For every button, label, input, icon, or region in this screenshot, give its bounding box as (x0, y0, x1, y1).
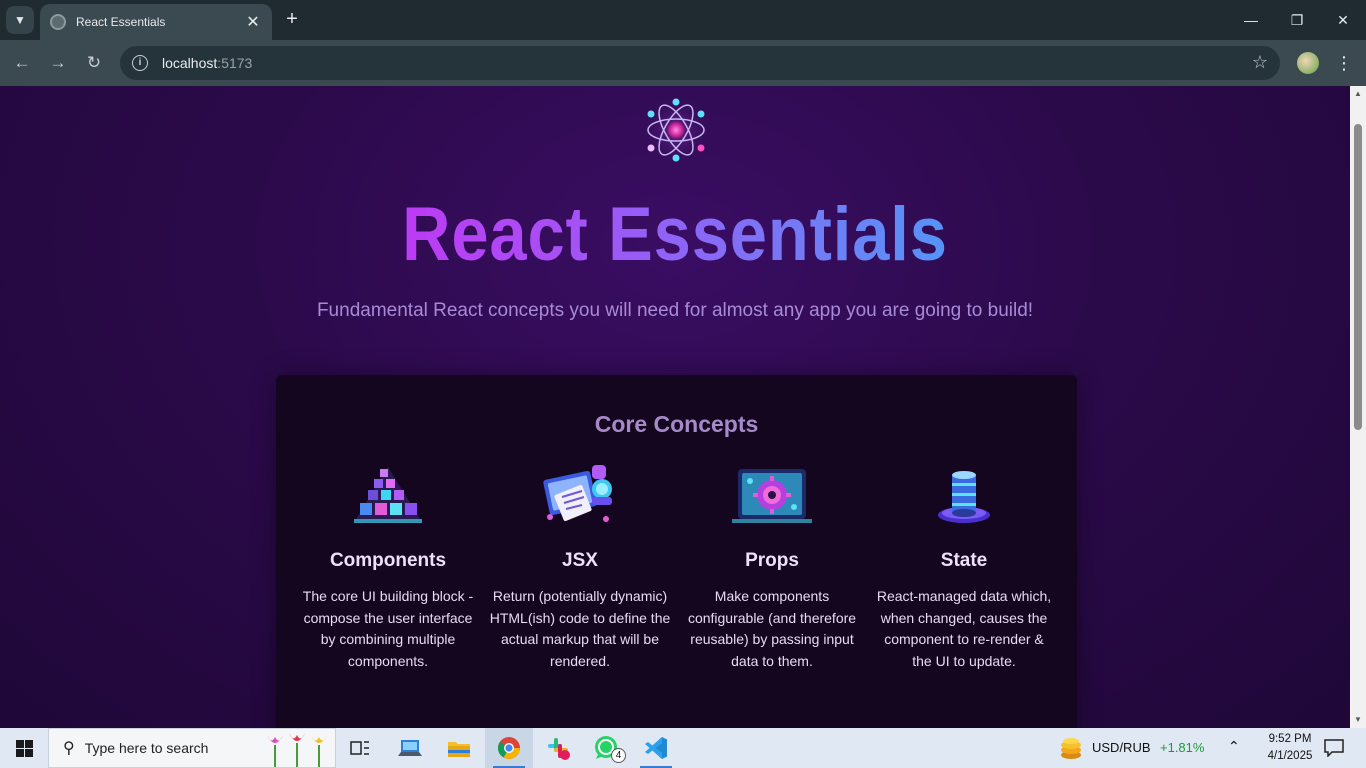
reload-button[interactable]: ↻ (80, 49, 108, 77)
concept-title: State (940, 550, 988, 571)
start-button[interactable] (0, 728, 48, 768)
notification-badge: 4 (611, 748, 626, 763)
scroll-down-arrow[interactable]: ▼ (1350, 712, 1366, 728)
task-view-button[interactable] (336, 728, 384, 768)
concept-card-props: Props Make components configurable (and … (677, 461, 867, 673)
concept-description: The core UI building block - compose the… (302, 588, 474, 670)
close-window-button[interactable]: ✕ (1320, 0, 1366, 40)
taskbar-app-file-explorer[interactable] (435, 728, 483, 768)
show-hidden-icons-chevron-icon[interactable]: ⌃ (1228, 738, 1240, 755)
back-button[interactable]: ← (8, 49, 36, 77)
concept-title: JSX (562, 550, 598, 571)
taskbar-app-chrome[interactable] (485, 728, 533, 768)
browser-tab-strip: ▼ React Essentials ✕ + — ❐ ✕ (0, 0, 1366, 40)
concept-card-components: Components The core UI building block - … (293, 461, 483, 673)
concept-description: Return (potentially dynamic) HTML(ish) c… (489, 588, 671, 670)
jsx-illustration (543, 465, 612, 522)
minimize-button[interactable]: — (1228, 0, 1274, 40)
folder-icon (448, 742, 470, 757)
browser-toolbar: ← → ↻ i localhost:5173 ☆ ⋮ (0, 40, 1366, 86)
core-concepts-heading: Core Concepts (594, 411, 759, 437)
reload-icon: ↻ (86, 53, 102, 72)
concept-title: Components (329, 550, 447, 571)
scroll-up-arrow[interactable]: ▲ (1350, 86, 1366, 102)
site-info-icon[interactable]: i (132, 55, 148, 71)
scrollbar-thumb[interactable] (1354, 124, 1362, 430)
windows-taskbar: ⚲ Type here to search 4 USD/RUB +1.81% ⌃… (0, 728, 1366, 768)
address-bar[interactable]: i localhost:5173 ☆ (120, 46, 1280, 80)
taskbar-search-box[interactable]: ⚲ Type here to search (48, 728, 336, 768)
tab-title: React Essentials (76, 15, 166, 29)
taskbar-app-whatsapp[interactable]: 4 (583, 728, 631, 768)
concept-card-state: State React-managed data which, when cha… (869, 461, 1059, 673)
browser-tab[interactable]: React Essentials ✕ (40, 4, 272, 40)
arrow-right-icon: → (49, 53, 67, 72)
vscode-icon (645, 737, 667, 759)
globe-icon (50, 14, 66, 30)
page-viewport: React Essentials Fundamental React conce… (0, 86, 1350, 728)
core-concepts-section: Core Concepts Components The core UI bui… (276, 375, 1077, 728)
concept-description: React-managed data which, when changed, … (876, 588, 1052, 670)
new-tab-button[interactable]: + (280, 8, 304, 32)
clock-time: 9:52 PM (1268, 733, 1312, 745)
chrome-icon (498, 737, 520, 759)
taskbar-app-vscode[interactable] (632, 728, 680, 768)
page-subtitle: Fundamental React concepts you will need… (316, 300, 1034, 321)
restore-button[interactable]: ❐ (1274, 0, 1320, 40)
tab-search-button[interactable]: ▼ (6, 6, 34, 34)
clock-date: 4/1/2025 (1267, 750, 1313, 762)
concept-card-jsx: JSX Return (potentially dynamic) HTML(is… (485, 461, 675, 673)
search-placeholder: Type here to search (84, 740, 209, 756)
windows-logo-icon (15, 739, 33, 757)
taskbar-app-slack[interactable] (534, 728, 582, 768)
url-host: localhost (162, 55, 218, 71)
concept-title: Props (745, 550, 799, 571)
laptop-app-icon (398, 740, 422, 756)
props-illustration (732, 469, 812, 523)
notification-center-icon[interactable] (1324, 739, 1344, 757)
profile-avatar[interactable] (1297, 52, 1319, 74)
search-icon: ⚲ (63, 740, 75, 757)
ticker-change[interactable]: +1.81% (1160, 740, 1204, 755)
taskbar-clock[interactable]: 9:52 PM 4/1/2025 (1258, 731, 1322, 765)
taskbar-app-pc[interactable] (386, 728, 434, 768)
close-tab-icon[interactable]: ✕ (244, 12, 262, 32)
state-illustration (938, 471, 990, 523)
chevron-down-icon: ▼ (14, 13, 26, 27)
forward-button[interactable]: → (44, 49, 72, 77)
page-title: React Essentials (81, 191, 1269, 278)
react-atom-logo (638, 92, 714, 168)
concept-description: Make components configurable (and theref… (687, 588, 857, 670)
tulips-icon (267, 733, 327, 767)
coins-icon[interactable] (1058, 736, 1084, 760)
url-port: :5173 (217, 55, 253, 71)
browser-menu-button[interactable]: ⋮ (1334, 50, 1354, 76)
components-illustration (354, 467, 422, 523)
ticker-label[interactable]: USD/RUB (1092, 740, 1151, 755)
arrow-left-icon: ← (13, 53, 31, 72)
task-view-icon (350, 741, 369, 755)
page-scrollbar[interactable]: ▲ ▼ (1350, 86, 1366, 728)
bookmark-star-icon[interactable]: ☆ (1252, 52, 1268, 73)
slack-icon (548, 738, 570, 760)
